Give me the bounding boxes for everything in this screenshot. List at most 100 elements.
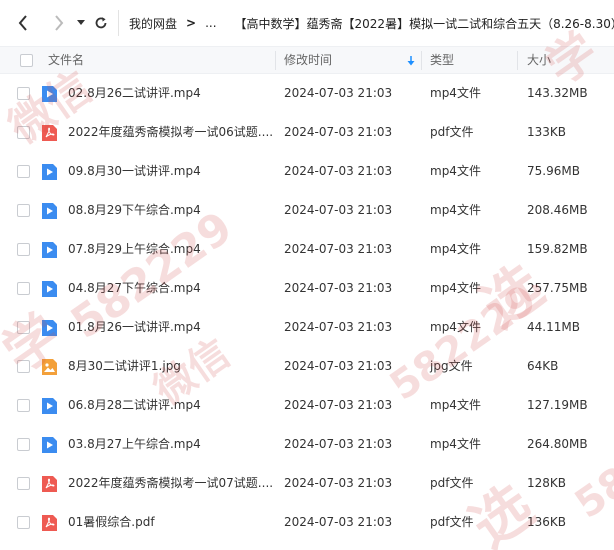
video-file-icon <box>42 203 57 219</box>
file-row[interactable]: 06.8月28二试讲评.mp4 2024-07-03 21:03 mp4文件 127.… <box>0 386 614 425</box>
toolbar: 我的网盘 > ... 【高中数学】蕴秀斋【2022暑】模拟一试二试和综合五天（8… <box>0 0 614 46</box>
refresh-button[interactable] <box>90 0 112 46</box>
forward-button[interactable] <box>46 0 72 46</box>
file-modified-time: 2024-07-03 21:03 <box>284 515 393 529</box>
back-button[interactable] <box>0 0 46 46</box>
column-header-size[interactable]: 大小 <box>527 47 551 74</box>
file-name[interactable]: 2022年度蕴秀斋模拟考一试07试题.... <box>68 464 273 503</box>
file-type: mp4文件 <box>430 320 481 334</box>
file-type: mp4文件 <box>430 203 481 217</box>
file-name[interactable]: 08.8月29下午综合.mp4 <box>68 191 201 230</box>
file-type: mp4文件 <box>430 281 481 295</box>
video-file-icon <box>42 242 57 258</box>
file-row[interactable]: 01.8月26一试讲评.mp4 2024-07-03 21:03 mp4文件 44.1… <box>0 308 614 347</box>
file-name[interactable]: 03.8月27上午综合.mp4 <box>68 425 201 464</box>
file-name[interactable]: 02.8月26二试讲评.mp4 <box>68 74 201 113</box>
select-all-checkbox[interactable] <box>20 54 33 67</box>
video-file-icon <box>42 398 57 414</box>
video-file-icon <box>42 320 57 336</box>
column-header-type[interactable]: 类型 <box>430 47 454 74</box>
file-row[interactable]: 07.8月29上午综合.mp4 2024-07-03 21:03 mp4文件 159.… <box>0 230 614 269</box>
file-size: 136KB <box>527 515 567 529</box>
row-checkbox[interactable] <box>17 321 30 334</box>
file-list-header: 文件名 修改时间 类型 大小 <box>0 46 614 74</box>
file-size: 264.80MB <box>527 437 588 451</box>
history-dropdown-button[interactable] <box>72 0 90 46</box>
file-modified-time: 2024-07-03 21:03 <box>284 86 393 100</box>
column-header-modified[interactable]: 修改时间 <box>284 47 332 74</box>
row-checkbox[interactable] <box>17 243 30 256</box>
row-checkbox[interactable] <box>17 477 30 490</box>
file-name[interactable]: 2022年度蕴秀斋模拟考一试06试题.... <box>68 113 273 152</box>
file-row[interactable]: 2022年度蕴秀斋模拟考一试06试题.... 2024-07-03 21:03 pd… <box>0 113 614 152</box>
column-divider <box>421 51 422 70</box>
file-type: mp4文件 <box>430 437 481 451</box>
column-divider <box>275 51 276 70</box>
file-modified-time: 2024-07-03 21:03 <box>284 359 393 373</box>
row-checkbox[interactable] <box>17 516 30 529</box>
breadcrumb-current-folder: 【高中数学】蕴秀斋【2022暑】模拟一试二试和综合五天（8.26-8.30） <box>234 16 614 31</box>
file-modified-time: 2024-07-03 21:03 <box>284 125 393 139</box>
file-row[interactable]: 08.8月29下午综合.mp4 2024-07-03 21:03 mp4文件 208.… <box>0 191 614 230</box>
video-file-icon <box>42 281 57 297</box>
row-checkbox[interactable] <box>17 126 30 139</box>
pdf-file-icon <box>42 515 57 531</box>
file-type: pdf文件 <box>430 476 474 490</box>
row-checkbox[interactable] <box>17 282 30 295</box>
column-header-name[interactable]: 文件名 <box>48 47 84 74</box>
row-checkbox[interactable] <box>17 438 30 451</box>
video-file-icon <box>42 437 57 453</box>
image-file-icon <box>42 359 57 375</box>
file-size: 75.96MB <box>527 164 580 178</box>
file-modified-time: 2024-07-03 21:03 <box>284 203 393 217</box>
refresh-icon <box>95 17 107 29</box>
file-size: 257.75MB <box>527 281 588 295</box>
row-checkbox[interactable] <box>17 204 30 217</box>
file-row[interactable]: 01暑假综合.pdf 2024-07-03 21:03 pdf文件 136KB <box>0 503 614 542</box>
file-size: 128KB <box>527 476 567 490</box>
file-name[interactable]: 01.8月26一试讲评.mp4 <box>68 308 201 347</box>
caret-down-icon <box>77 20 85 25</box>
row-checkbox[interactable] <box>17 399 30 412</box>
file-modified-time: 2024-07-03 21:03 <box>284 242 393 256</box>
file-name[interactable]: 07.8月29上午综合.mp4 <box>68 230 201 269</box>
file-modified-time: 2024-07-03 21:03 <box>284 437 393 451</box>
file-size: 64KB <box>527 359 559 373</box>
file-modified-time: 2024-07-03 21:03 <box>284 398 393 412</box>
video-file-icon <box>42 164 57 180</box>
row-checkbox[interactable] <box>17 360 30 373</box>
breadcrumb: 我的网盘 > ... 【高中数学】蕴秀斋【2022暑】模拟一试二试和综合五天（8… <box>129 15 614 32</box>
column-divider <box>517 51 518 70</box>
sort-descending-icon[interactable] <box>407 56 415 66</box>
row-checkbox[interactable] <box>17 165 30 178</box>
file-size: 143.32MB <box>527 86 588 100</box>
file-type: mp4文件 <box>430 164 481 178</box>
file-row[interactable]: 8月30二试讲评1.jpg 2024-07-03 21:03 jpg文件 64KB <box>0 347 614 386</box>
toolbar-divider <box>118 10 119 36</box>
file-name[interactable]: 8月30二试讲评1.jpg <box>68 347 181 386</box>
file-name[interactable]: 04.8月27下午综合.mp4 <box>68 269 201 308</box>
file-name[interactable]: 01暑假综合.pdf <box>68 503 155 542</box>
file-name[interactable]: 06.8月28二试讲评.mp4 <box>68 386 201 425</box>
file-modified-time: 2024-07-03 21:03 <box>284 164 393 178</box>
chevron-right-icon <box>55 15 64 31</box>
file-modified-time: 2024-07-03 21:03 <box>284 281 393 295</box>
row-checkbox[interactable] <box>17 87 30 100</box>
file-row[interactable]: 2022年度蕴秀斋模拟考一试07试题.... 2024-07-03 21:03 pd… <box>0 464 614 503</box>
breadcrumb-ellipsis[interactable]: ... <box>205 16 216 30</box>
file-row[interactable]: 09.8月30一试讲评.mp4 2024-07-03 21:03 mp4文件 75.9… <box>0 152 614 191</box>
file-size: 127.19MB <box>527 398 588 412</box>
file-row[interactable]: 04.8月27下午综合.mp4 2024-07-03 21:03 mp4文件 257.… <box>0 269 614 308</box>
file-type: mp4文件 <box>430 86 481 100</box>
chevron-left-icon <box>18 15 27 31</box>
video-file-icon <box>42 86 57 102</box>
file-name[interactable]: 09.8月30一试讲评.mp4 <box>68 152 201 191</box>
file-type: mp4文件 <box>430 398 481 412</box>
pdf-file-icon <box>42 125 57 141</box>
file-row[interactable]: 03.8月27上午综合.mp4 2024-07-03 21:03 mp4文件 264.… <box>0 425 614 464</box>
file-size: 44.11MB <box>527 320 580 334</box>
file-modified-time: 2024-07-03 21:03 <box>284 476 393 490</box>
breadcrumb-root[interactable]: 我的网盘 <box>129 15 177 32</box>
file-row[interactable]: 02.8月26二试讲评.mp4 2024-07-03 21:03 mp4文件 143.… <box>0 74 614 113</box>
file-type: pdf文件 <box>430 515 474 529</box>
